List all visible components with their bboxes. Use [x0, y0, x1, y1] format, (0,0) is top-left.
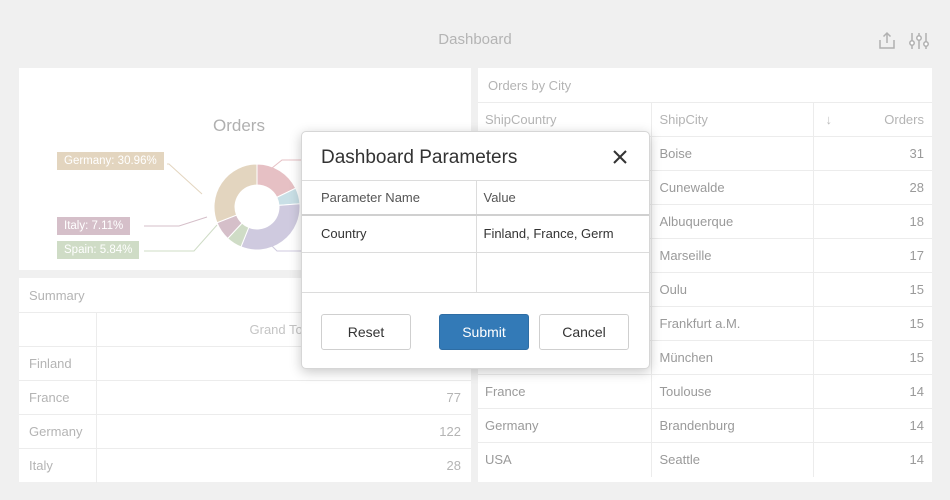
- cell-city: Brandenburg: [651, 408, 814, 443]
- column-header-orders-label: Orders: [884, 112, 924, 127]
- dialog-title: Dashboard Parameters: [321, 147, 518, 168]
- leader-line-spain: [144, 224, 218, 252]
- row-country: Finland: [19, 346, 97, 381]
- row-total: 77: [96, 380, 471, 415]
- cell-city: Marseille: [651, 238, 814, 273]
- column-header-orders[interactable]: ↓ Orders: [813, 102, 932, 137]
- row-total: 122: [96, 414, 471, 449]
- cell-city: Frankfurt a.M.: [651, 306, 814, 341]
- parameters-header-row: Parameter Name Value: [302, 180, 649, 215]
- cell-city: Albuquerque: [651, 204, 814, 239]
- summary-title: Summary: [29, 288, 85, 303]
- leader-line-italy: [144, 216, 208, 227]
- cell-orders: 17: [813, 238, 932, 273]
- parameter-row-empty: [302, 252, 649, 293]
- slice-label-italy: Italy: 7.11%: [57, 217, 131, 235]
- slice-label-germany: Germany: 30.96%: [57, 152, 164, 170]
- column-header-value: Value: [476, 180, 649, 215]
- cell-orders: 28: [813, 170, 932, 205]
- cell-orders: 14: [813, 442, 932, 477]
- dashboard-viewer: Dashboard Orders Germany: 30.96% Italy: …: [0, 0, 950, 500]
- table-row[interactable]: Italy 28: [19, 448, 471, 483]
- cell-city: Cunewalde: [651, 170, 814, 205]
- submit-button[interactable]: Submit: [439, 314, 529, 350]
- cell-country: France: [478, 374, 652, 409]
- leader-line-germany: [167, 163, 203, 195]
- dashboard-header: Dashboard: [0, 0, 950, 64]
- cell-orders: 18: [813, 204, 932, 239]
- dashboard-title: Dashboard: [438, 31, 512, 48]
- cell-city: München: [651, 340, 814, 375]
- column-header-parameter-name: Parameter Name: [302, 180, 477, 215]
- parameter-name: Country: [302, 213, 477, 253]
- summary-corner-cell: [19, 312, 97, 347]
- cell-city: Oulu: [651, 272, 814, 307]
- slice-label-spain: Spain: 5.84%: [57, 241, 140, 259]
- cell-orders: 31: [813, 136, 932, 171]
- dialog-footer: Reset Submit Cancel: [302, 292, 649, 368]
- cell-city: Seattle: [651, 442, 814, 477]
- cell-city: Boise: [651, 136, 814, 171]
- empty-cell: [302, 252, 477, 293]
- table-row[interactable]: Germany 122: [19, 414, 471, 449]
- row-total: 28: [96, 448, 471, 483]
- cell-city: Toulouse: [651, 374, 814, 409]
- table-row[interactable]: USA Seattle 14: [478, 442, 932, 477]
- column-header-shipcity[interactable]: ShipCity: [651, 102, 814, 137]
- close-icon[interactable]: [611, 148, 629, 166]
- table-row[interactable]: France Toulouse 14: [478, 374, 932, 409]
- parameter-row-country: Country Finland, France, Germ: [302, 213, 649, 253]
- country-value-select[interactable]: Finland, France, Germ: [476, 213, 649, 253]
- sliders-icon[interactable]: [908, 30, 930, 52]
- country-value-text: Finland, France, Germ: [483, 226, 614, 242]
- row-country: France: [19, 380, 97, 415]
- slice-lower-right[interactable]: [240, 203, 301, 251]
- city-grid-title: Orders by City: [488, 78, 572, 93]
- empty-cell: [476, 252, 649, 293]
- cell-orders: 15: [813, 272, 932, 307]
- table-row[interactable]: Germany Brandenburg 14: [478, 408, 932, 443]
- row-country: Germany: [19, 414, 97, 449]
- row-country: Italy: [19, 448, 97, 483]
- cell-orders: 14: [813, 408, 932, 443]
- cancel-button[interactable]: Cancel: [539, 314, 629, 350]
- export-icon[interactable]: [876, 30, 898, 52]
- cell-orders: 15: [813, 306, 932, 341]
- parameters-grid: Parameter Name Value Country Finland, Fr…: [302, 180, 649, 293]
- cell-orders: 14: [813, 374, 932, 409]
- reset-button[interactable]: Reset: [321, 314, 411, 350]
- sort-descending-icon: ↓: [825, 112, 833, 127]
- cell-orders: 15: [813, 340, 932, 375]
- slice-germany[interactable]: [213, 163, 258, 224]
- cell-country: Germany: [478, 408, 652, 443]
- cell-country: USA: [478, 442, 652, 477]
- dashboard-parameters-dialog: Dashboard Parameters Parameter Name Valu…: [301, 131, 650, 369]
- table-row[interactable]: France 77: [19, 380, 471, 415]
